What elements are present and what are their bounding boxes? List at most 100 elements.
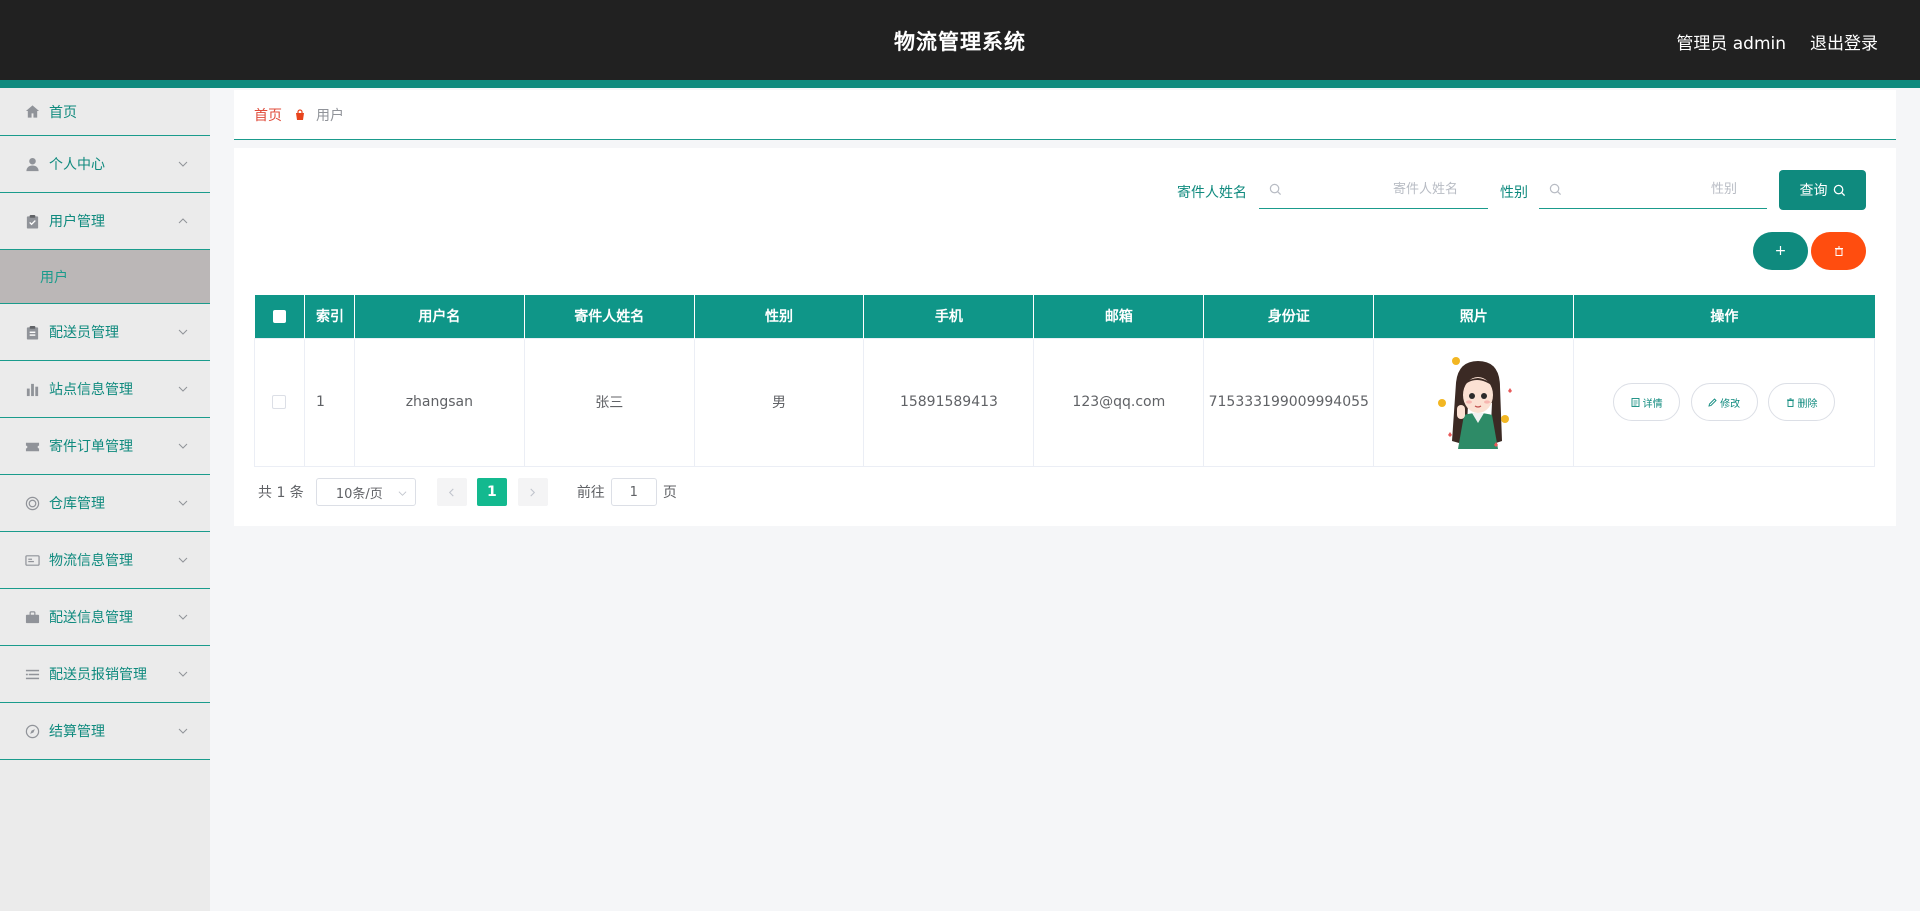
trash-icon xyxy=(1834,246,1843,256)
row-checkbox[interactable] xyxy=(272,395,287,409)
sidebar-item-label: 个人中心 xyxy=(49,157,105,173)
sender-name-input[interactable] xyxy=(1259,171,1488,208)
sidebar-item-warehouse[interactable]: 仓库管理 xyxy=(0,475,210,532)
sidebar-item-label: 配送员管理 xyxy=(49,325,119,341)
sidebar-item-courier-reimbursement[interactable]: 配送员报销管理 xyxy=(0,646,210,703)
sidebar-item-logistics-info[interactable]: 物流信息管理 xyxy=(0,532,210,589)
compass-icon xyxy=(24,723,40,739)
detail-button-label: 详情 xyxy=(1642,398,1663,410)
sidebar-item-label: 用户管理 xyxy=(49,214,105,230)
breadcrumb-current: 用户 xyxy=(316,107,344,124)
sidebar-subitem-users[interactable]: 用户 xyxy=(0,250,210,304)
goto-page-input[interactable] xyxy=(610,478,657,506)
sidebar-item-label: 配送员报销管理 xyxy=(49,667,147,683)
page-number-current[interactable]: 1 xyxy=(476,478,507,506)
chevron-down-icon xyxy=(178,500,188,506)
page-size-select[interactable]: 10条/页 xyxy=(315,478,416,506)
logout-link[interactable]: 退出登录 xyxy=(1810,29,1878,54)
goto-prefix: 前往 xyxy=(576,485,605,501)
sidebar-item-orders[interactable]: 寄件订单管理 xyxy=(0,418,210,475)
prev-page-button[interactable] xyxy=(436,478,467,506)
table-row: 1 zhangsan 张三 男 15891589413 123@qq.com 7… xyxy=(254,337,1875,467)
column-header: 手机 xyxy=(863,295,1035,338)
chevron-down-icon xyxy=(398,491,407,496)
row-select-cell xyxy=(254,337,305,467)
query-button-label: 查询 xyxy=(1799,183,1828,199)
select-all-cell xyxy=(254,295,305,338)
goto-suffix: 页 xyxy=(662,485,677,501)
column-header: 用户名 xyxy=(354,295,525,338)
chevron-down-icon xyxy=(178,671,188,677)
edit-button[interactable]: 修改 xyxy=(1690,383,1758,421)
gender-input[interactable] xyxy=(1539,171,1767,208)
column-header: 寄件人姓名 xyxy=(524,295,695,338)
sidebar-item-label: 站点信息管理 xyxy=(49,382,133,398)
breadcrumb-home-link[interactable]: 首页 xyxy=(254,105,282,125)
list-icon xyxy=(24,666,40,682)
add-button[interactable]: + xyxy=(1753,232,1808,270)
sidebar-item-home[interactable]: 首页 xyxy=(0,88,210,136)
sidebar-item-label: 首页 xyxy=(49,104,77,121)
sidebar-item-courier-management[interactable]: 配送员管理 xyxy=(0,304,210,361)
sidebar-item-site-info[interactable]: 站点信息管理 xyxy=(0,361,210,418)
user-icon xyxy=(24,156,40,172)
user-photo xyxy=(1437,357,1512,449)
clipboard-icon xyxy=(24,324,40,340)
document-icon xyxy=(1631,397,1640,407)
column-header: 邮箱 xyxy=(1033,295,1205,338)
username-cell: zhangsan xyxy=(353,337,525,467)
edit-icon xyxy=(1708,397,1717,407)
sender-name-label: 寄件人姓名 xyxy=(1177,185,1247,201)
table-header-row: 索引 用户名 寄件人姓名 性别 手机 邮箱 身份证 照片 操作 xyxy=(254,295,1875,338)
chevron-down-icon xyxy=(178,728,188,734)
sidebar-item-label: 物流信息管理 xyxy=(49,553,133,569)
select-all-checkbox[interactable] xyxy=(272,309,286,323)
ticket-icon xyxy=(24,438,40,454)
sidebar-item-settlement[interactable]: 结算管理 xyxy=(0,703,210,760)
main-content-card: 寄件人姓名 性别 查询 + 索引 用户名 寄件人姓名 性别 手机 邮箱 身份证 … xyxy=(234,148,1896,526)
page-size-value: 10条/页 xyxy=(335,486,383,502)
next-page-button[interactable] xyxy=(517,478,548,506)
sender-name-cell: 张三 xyxy=(523,337,695,467)
top-header: 物流管理系统 管理员 admin 退出登录 xyxy=(0,0,1920,80)
column-header: 照片 xyxy=(1373,295,1575,338)
app-title: 物流管理系统 xyxy=(894,30,1026,54)
sidebar-item-personal-center[interactable]: 个人中心 xyxy=(0,136,210,193)
clipboard-icon xyxy=(24,213,40,229)
column-header: 索引 xyxy=(304,295,355,338)
photo-cell xyxy=(1373,337,1575,467)
id-card-cell: 715333199009994055 xyxy=(1203,337,1375,467)
home-icon xyxy=(24,104,40,120)
pagination: 共 1 条 10条/页 1 前往 页 xyxy=(258,478,677,506)
sidebar: 首页 个人中心 用户管理 用户 配送员管理 站点信息管理 寄件订单管理 仓库管理… xyxy=(0,88,210,911)
gender-cell: 男 xyxy=(693,337,865,467)
header-accent-bar xyxy=(0,80,1920,88)
detail-button[interactable]: 详情 xyxy=(1613,383,1681,421)
sidebar-item-user-management[interactable]: 用户管理 xyxy=(0,193,210,250)
column-header: 身份证 xyxy=(1203,295,1375,338)
chevron-down-icon xyxy=(178,443,188,449)
delete-button[interactable]: 删除 xyxy=(1768,383,1836,421)
sender-name-search xyxy=(1259,171,1488,209)
search-icon xyxy=(1269,183,1282,196)
gender-label: 性别 xyxy=(1500,185,1528,201)
gender-search xyxy=(1539,171,1767,209)
chevron-down-icon xyxy=(178,386,188,392)
sidebar-item-label: 配送信息管理 xyxy=(49,610,133,626)
sidebar-item-delivery-info[interactable]: 配送信息管理 xyxy=(0,589,210,646)
actions-cell: 详情 修改 删除 xyxy=(1573,337,1875,467)
briefcase-icon xyxy=(24,609,40,625)
bar-chart-icon xyxy=(24,381,40,397)
email-cell: 123@qq.com xyxy=(1033,337,1205,467)
sidebar-item-label: 仓库管理 xyxy=(49,496,105,512)
users-table: 索引 用户名 寄件人姓名 性别 手机 邮箱 身份证 照片 操作 1 zhangs… xyxy=(254,295,1875,467)
breadcrumb: 首页 用户 xyxy=(234,90,1896,140)
pagination-total: 共 1 条 xyxy=(258,485,304,501)
edit-button-label: 修改 xyxy=(1720,398,1741,410)
query-button[interactable]: 查询 xyxy=(1779,170,1866,210)
chevron-down-icon xyxy=(178,329,188,335)
phone-cell: 15891589413 xyxy=(863,337,1035,467)
batch-delete-button[interactable] xyxy=(1811,232,1866,270)
sidebar-item-label: 寄件订单管理 xyxy=(49,439,133,455)
chevron-left-icon xyxy=(449,488,454,496)
